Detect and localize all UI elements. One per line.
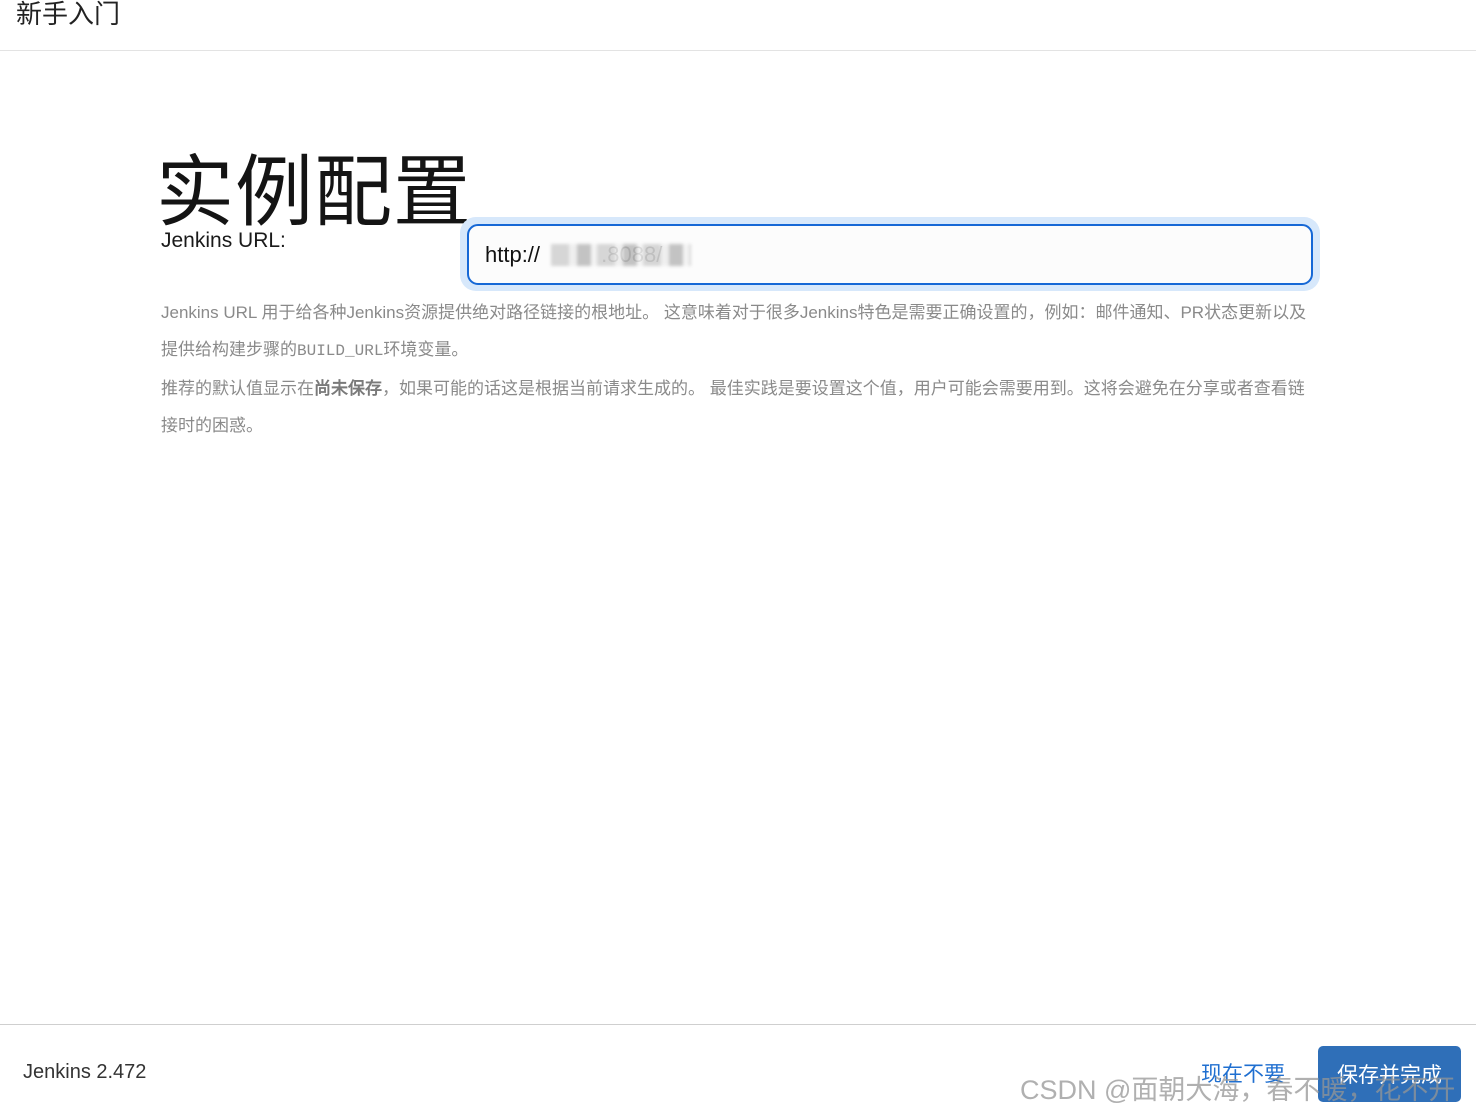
help-text-1-tail: 环境变量。 [383,340,469,359]
help-paragraph-1: Jenkins URL 用于给各种Jenkins资源提供绝对路径链接的根地址。 … [161,294,1311,370]
top-bar: 新手入门 [0,0,1476,51]
csdn-watermark: CSDN @面朝大海，春不暖，花不开 [1020,1075,1456,1105]
not-saved-emphasis: 尚未保存 [314,379,382,398]
build-url-code: BUILD_URL [297,342,384,360]
top-bar-title: 新手入门 [16,0,121,29]
help-paragraph-2: 推荐的默认值显示在尚未保存，如果可能的话这是根据当前请求生成的。 最佳实践是要设… [161,370,1311,444]
jenkins-version: Jenkins 2.472 [23,1061,147,1083]
redacted-host-mask [551,244,691,266]
page-title: 实例配置 [156,148,473,237]
jenkins-url-label: Jenkins URL: [161,229,286,252]
help-text-2-prefix: 推荐的默认值显示在 [161,379,314,398]
